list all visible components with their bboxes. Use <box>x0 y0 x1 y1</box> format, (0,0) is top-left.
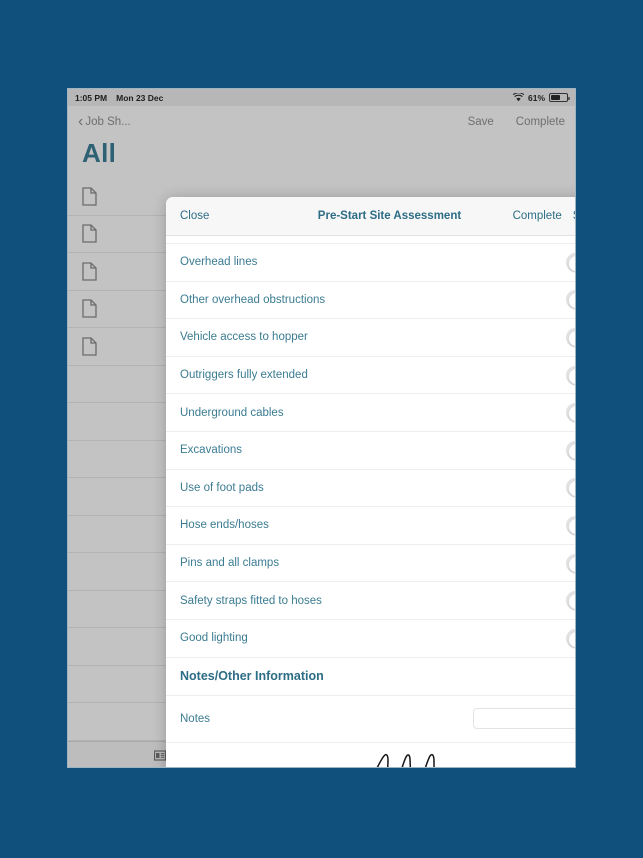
checklist-row-pins-and-all-clamps[interactable]: Pins and all clamps <box>166 545 575 583</box>
notes-row[interactable]: Notes <box>166 696 575 743</box>
pre-start-site-assessment-modal: Close Pre-Start Site Assessment Complete… <box>166 197 576 768</box>
toggle-pins-and-all-clamps[interactable] <box>566 553 575 573</box>
battery-percent: 61% <box>527 92 545 103</box>
toggle-knob <box>568 367 575 385</box>
checklist-row-use-of-foot-pads[interactable]: Use of foot pads <box>166 470 575 508</box>
toggle-knob <box>568 442 575 460</box>
toggle-overhead-lines[interactable] <box>566 252 575 272</box>
checklist-row-underground-cables[interactable]: Underground cables <box>166 394 575 432</box>
toggle-vehicle-access-to-hopper[interactable] <box>566 327 575 347</box>
background-page-title: All <box>82 138 117 168</box>
toggle-excavations[interactable] <box>566 440 575 460</box>
document-icon <box>82 299 97 318</box>
checklist-label: Excavations <box>180 444 243 457</box>
status-bar: 1:05 PM Mon 23 Dec 61% <box>68 89 575 106</box>
checklist-row-safety-straps-fitted-to-hoses[interactable]: Safety straps fitted to hoses <box>166 582 575 620</box>
signature-ink <box>376 753 435 767</box>
toggle-other-overhead-obstructions[interactable] <box>566 290 575 310</box>
checklist-label: Safety straps fitted to hoses <box>180 594 322 607</box>
modal-body: Overhead lines Other overhead obstructio… <box>166 236 576 768</box>
toggle-use-of-foot-pads[interactable] <box>566 478 575 498</box>
status-date: Mon 23 Dec <box>116 92 164 103</box>
signature-canvas[interactable]: clear sign above the line <box>344 745 576 768</box>
clear-signature-button[interactable]: clear <box>573 767 576 768</box>
toggle-safety-straps-fitted-to-hoses[interactable] <box>566 591 575 611</box>
checklist-label: Good lighting <box>180 632 248 645</box>
signature-row[interactable]: Signature clear sign above the line <box>166 743 576 768</box>
list-top-spacer <box>166 236 575 244</box>
toggle-knob <box>568 630 575 648</box>
toggle-knob <box>568 292 575 310</box>
toggle-hose-ends-hoses[interactable] <box>566 515 575 535</box>
document-icon <box>82 337 97 356</box>
complete-button[interactable]: Complete <box>513 210 562 222</box>
document-icon <box>82 262 97 281</box>
checklist-row-excavations[interactable]: Excavations <box>166 432 575 470</box>
checklist-label: Use of foot pads <box>180 481 264 494</box>
checklist-row-overhead-lines[interactable]: Overhead lines <box>166 244 575 282</box>
checklist-label: Underground cables <box>180 406 284 419</box>
notes-input[interactable] <box>473 708 575 730</box>
notes-section-title: Notes/Other Information <box>180 669 324 684</box>
checklist-label: Other overhead obstructions <box>180 293 326 306</box>
notes-label: Notes <box>180 712 211 725</box>
toggle-knob <box>568 555 575 573</box>
save-button[interactable]: Save <box>573 210 575 222</box>
checklist-row-hose-ends-hoses[interactable]: Hose ends/hoses <box>166 507 575 545</box>
close-button[interactable]: Close <box>180 210 209 222</box>
toggle-underground-cables[interactable] <box>566 403 575 423</box>
toggle-knob <box>568 254 575 272</box>
toggle-knob <box>568 517 575 535</box>
job-sheets-icon <box>153 750 167 761</box>
checklist-label: Overhead lines <box>180 256 258 269</box>
checklist-row-good-lighting[interactable]: Good lighting <box>166 620 575 658</box>
toggle-knob <box>568 480 575 498</box>
notes-section-header: Notes/Other Information <box>166 658 575 696</box>
toggle-knob <box>568 329 575 347</box>
wifi-icon <box>512 93 524 102</box>
status-time: 1:05 PM <box>75 92 108 103</box>
checklist-row-outriggers-fully-extended[interactable]: Outriggers fully extended <box>166 357 575 395</box>
toggle-outriggers-fully-extended[interactable] <box>566 365 575 385</box>
checklist-row-vehicle-access-to-hopper[interactable]: Vehicle access to hopper <box>166 319 575 357</box>
background-complete-button[interactable]: Complete <box>516 116 565 128</box>
battery-icon <box>549 93 570 102</box>
toggle-good-lighting[interactable] <box>566 628 575 648</box>
checklist-row-other-overhead-obstructions[interactable]: Other overhead obstructions <box>166 282 575 320</box>
toggle-knob <box>568 593 575 611</box>
checklist-label: Pins and all clamps <box>180 557 280 570</box>
checklist-label: Vehicle access to hopper <box>180 331 308 344</box>
checklist-label: Hose ends/hoses <box>180 519 269 532</box>
background-save-button[interactable]: Save <box>468 116 494 128</box>
tablet-device-frame: 1:05 PM Mon 23 Dec 61% ‹ Job Sh... Save … <box>67 88 576 768</box>
toggle-knob <box>568 405 575 423</box>
back-chevron-icon[interactable]: ‹ <box>78 114 83 130</box>
document-icon <box>82 187 97 206</box>
checklist-label: Outriggers fully extended <box>180 369 308 382</box>
document-icon <box>82 224 97 243</box>
modal-header: Close Pre-Start Site Assessment Complete… <box>166 197 575 236</box>
back-button-label[interactable]: Job Sh... <box>85 116 130 128</box>
background-nav-bar: ‹ Job Sh... Save Complete <box>68 106 575 138</box>
